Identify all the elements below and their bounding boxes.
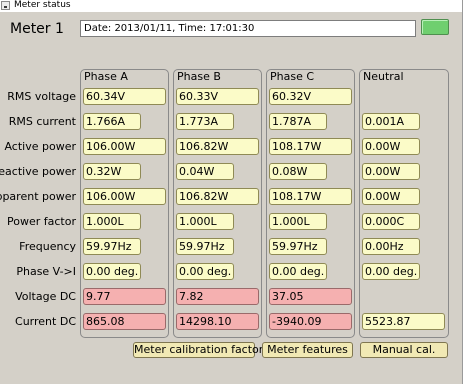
- power-factor-phase-c-value: 1.000L: [269, 213, 327, 230]
- column-header: Phase B: [177, 70, 221, 83]
- row-label-active-power: Active power: [4, 140, 76, 153]
- phase-v-i-phase-a-value: 0.00 deg.: [83, 263, 141, 280]
- rms-current-phase-a-value: 1.766A: [83, 113, 141, 130]
- active-power-phase-c-value: 108.17W: [269, 138, 352, 155]
- row-label-reactive-power: Reactive power: [0, 165, 76, 178]
- window-app-icon: [1, 1, 10, 10]
- meter-calibration-factors-button[interactable]: Meter calibration factors: [133, 342, 269, 358]
- rms-voltage-phase-a-value: 60.34V: [83, 88, 166, 105]
- reactive-power-phase-b-value: 0.04W: [176, 163, 234, 180]
- apparent-power-phase-c-value: 108.17W: [269, 188, 352, 205]
- reactive-power-phase-c-value: 0.08W: [269, 163, 327, 180]
- rms-voltage-phase-c-value: 60.32V: [269, 88, 352, 105]
- power-factor-phase-a-value: 1.000L: [83, 213, 141, 230]
- window-right-edge: [462, 0, 474, 384]
- row-label-apparent-power: Apparent power: [0, 190, 76, 203]
- reactive-power-neutral-value: 0.00W: [362, 163, 420, 180]
- frequency-phase-b-value: 59.97Hz: [176, 238, 234, 255]
- phase-v-i-phase-b-value: 0.00 deg.: [176, 263, 234, 280]
- column-header: Neutral: [363, 70, 404, 83]
- phase-v-i-phase-c-value: 0.00 deg.: [269, 263, 327, 280]
- row-label-power-factor: Power factor: [7, 215, 76, 228]
- row-label-rms-voltage: RMS voltage: [7, 90, 76, 103]
- apparent-power-phase-b-value: 106.82W: [176, 188, 259, 205]
- row-label-current-dc: Current DC: [15, 315, 76, 328]
- active-power-neutral-value: 0.00W: [362, 138, 420, 155]
- rms-current-phase-c-value: 1.787A: [269, 113, 327, 130]
- reactive-power-phase-a-value: 0.32W: [83, 163, 141, 180]
- voltage-dc-phase-a-value: 9.77: [83, 288, 166, 305]
- power-factor-neutral-value: 0.000C: [362, 213, 420, 230]
- phase-v-i-neutral-value: 0.00 deg.: [362, 263, 420, 280]
- rms-voltage-phase-b-value: 60.33V: [176, 88, 259, 105]
- voltage-dc-phase-b-value: 7.82: [176, 288, 259, 305]
- row-label-phase-v-i: Phase V->I: [16, 265, 76, 278]
- rms-current-phase-b-value: 1.773A: [176, 113, 234, 130]
- power-factor-phase-b-value: 1.000L: [176, 213, 234, 230]
- column-header: Phase C: [270, 70, 315, 83]
- title-bar: Meter status: [0, 0, 474, 12]
- manual-cal-button[interactable]: Manual cal.: [360, 342, 448, 358]
- meter-features-button[interactable]: Meter features: [262, 342, 353, 358]
- column-header: Phase A: [84, 70, 128, 83]
- current-dc-phase-b-value: 14298.10: [176, 313, 259, 330]
- frequency-neutral-value: 0.00Hz: [362, 238, 420, 255]
- row-label-voltage-dc: Voltage DC: [15, 290, 76, 303]
- active-power-phase-a-value: 106.00W: [83, 138, 166, 155]
- current-dc-phase-c-value: -3940.09: [269, 313, 352, 330]
- rms-current-neutral-value: 0.001A: [362, 113, 420, 130]
- apparent-power-neutral-value: 0.00W: [362, 188, 420, 205]
- voltage-dc-phase-c-value: 37.05: [269, 288, 352, 305]
- row-label-rms-current: RMS current: [8, 115, 76, 128]
- frequency-phase-a-value: 59.97Hz: [83, 238, 141, 255]
- status-indicator: [421, 19, 449, 35]
- meter-label: Meter 1: [10, 21, 64, 37]
- window-title: Meter status: [14, 0, 71, 10]
- active-power-phase-b-value: 106.82W: [176, 138, 259, 155]
- current-dc-neutral-value: 5523.87: [362, 313, 445, 330]
- apparent-power-phase-a-value: 106.00W: [83, 188, 166, 205]
- datetime-display: Date: 2013/01/11, Time: 17:01:30: [80, 20, 416, 37]
- frequency-phase-c-value: 59.97Hz: [269, 238, 327, 255]
- row-label-frequency: Frequency: [19, 240, 76, 253]
- current-dc-phase-a-value: 865.08: [83, 313, 166, 330]
